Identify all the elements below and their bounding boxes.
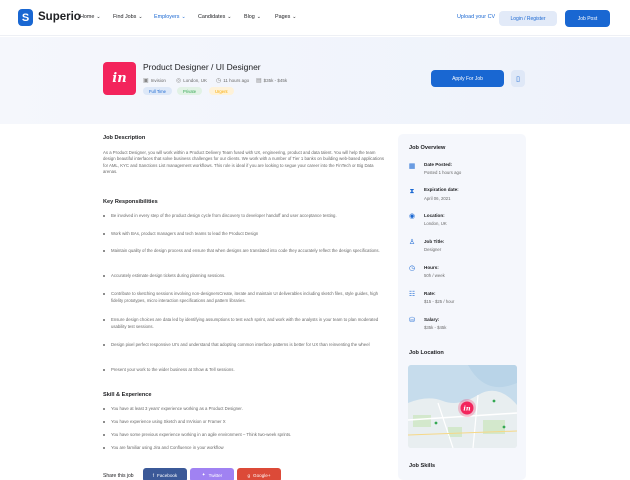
chevron-down-icon: ⌄ — [181, 14, 186, 20]
brand-logo-icon[interactable]: S — [18, 9, 33, 26]
overview-value: Posted 1 hours ago — [424, 170, 462, 175]
list-item: Contribute to sketching sessions involvi… — [103, 291, 385, 304]
skills-heading: Skill & Experience — [103, 392, 152, 398]
overview-value: $15 - $25 / hour — [424, 299, 455, 304]
salary-meta: ▤ $35k - $45k — [256, 77, 287, 84]
briefcase-icon: ▣ — [143, 78, 149, 84]
location-icon: ◉ — [408, 213, 416, 220]
nav-label: Home — [80, 14, 95, 20]
apply-for-job-button[interactable]: Apply For Job — [431, 70, 504, 87]
share-google-label: Google+ — [253, 472, 271, 478]
overview-value: Designer — [424, 247, 442, 252]
job-location: London, UK — [183, 78, 208, 83]
job-salary: $35k - $45k — [263, 78, 288, 83]
share-facebook-label: Facebook — [157, 472, 178, 478]
location-meta: ◎ London, UK — [176, 77, 207, 84]
overview-label: Salary: — [424, 317, 440, 322]
bookmark-icon: ▯ — [516, 75, 520, 83]
job-post-button[interactable]: Job Post — [565, 10, 610, 27]
user-icon: ♙ — [408, 239, 416, 246]
share-google-button[interactable]: g Google+ — [237, 468, 281, 480]
nav-label: Blog — [244, 14, 255, 20]
chevron-down-icon: ⌄ — [256, 14, 261, 20]
job-location-heading: Job Location — [409, 350, 444, 356]
share-twitter-label: Twitter — [208, 472, 223, 478]
job-title: Product Designer / UI Designer — [143, 62, 261, 72]
overview-label: Job Title: — [424, 239, 445, 244]
share-twitter-button[interactable]: ✦ Twitter — [190, 468, 234, 480]
upload-cv-link[interactable]: Upload your CV — [457, 14, 495, 20]
overview-value: April 06, 2021 — [424, 196, 451, 201]
tag-urgent[interactable]: Urgent — [209, 87, 234, 95]
responsibilities-heading: Key Responsibilities — [103, 199, 158, 205]
rate-icon: ☷ — [408, 291, 416, 298]
chevron-down-icon: ⌄ — [292, 14, 297, 20]
tag-full-time[interactable]: Full Time — [143, 87, 172, 95]
overview-label: Location: — [424, 213, 445, 218]
list-item: Be involved in every step of the product… — [103, 213, 385, 220]
chevron-down-icon: ⌄ — [96, 14, 101, 20]
list-item: Maintain quality of the design process a… — [103, 248, 385, 255]
overview-label: Rate: — [424, 291, 436, 296]
list-item: You are familiar using Jira and Confluen… — [103, 445, 385, 452]
share-facebook-button[interactable]: f Facebook — [143, 468, 187, 480]
top-header: S Superio Home ⌄ Find Jobs ⌄ Employers ⌄ Ca… — [0, 0, 630, 36]
nav-label: Candidates — [198, 14, 226, 20]
list-item: You have at least 3 years' experience wo… — [103, 406, 385, 413]
overview-label: Expiration date: — [424, 187, 459, 192]
bookmark-button[interactable]: ▯ — [511, 70, 525, 87]
twitter-icon: ✦ — [201, 472, 206, 477]
job-description-text: As a Product Designer, you will work wit… — [103, 150, 385, 175]
list-item: Design pixel perfect responsive UI's and… — [103, 342, 385, 349]
calendar-icon: ▦ — [408, 163, 416, 170]
job-posted: 11 hours ago — [223, 78, 250, 83]
facebook-icon: f — [152, 472, 155, 478]
overview-value: 50h / week — [424, 273, 445, 278]
job-location-map[interactable]: in — [408, 365, 517, 448]
company-meta: ▣ Invision — [143, 77, 166, 84]
nav-pages[interactable]: Pages ⌄ — [275, 14, 297, 20]
company-name: Invision — [150, 78, 166, 83]
nav-label: Employers — [154, 14, 180, 20]
nav-label: Find Jobs — [113, 14, 137, 20]
chevron-down-icon: ⌄ — [138, 14, 143, 20]
nav-blog[interactable]: Blog ⌄ — [244, 14, 261, 20]
overview-label: Hours: — [424, 265, 439, 270]
company-logo: in — [103, 62, 136, 95]
list-item: You have experience using Sketch and InV… — [103, 419, 385, 426]
salary-icon: ⛁ — [409, 317, 415, 324]
list-item: Ensure design choices are data led by id… — [103, 317, 385, 330]
money-icon: ▤ — [256, 78, 262, 84]
posted-meta: ◷ 11 hours ago — [216, 77, 249, 84]
login-register-button[interactable]: Login / Register — [499, 11, 557, 26]
job-description-heading: Job Description — [103, 135, 146, 141]
share-label: Share this job — [103, 473, 134, 479]
nav-find-jobs[interactable]: Find Jobs ⌄ — [113, 14, 143, 20]
location-icon: ◎ — [176, 78, 182, 84]
clock-icon: ◷ — [216, 78, 222, 84]
nav-candidates[interactable]: Candidates ⌄ — [198, 14, 231, 20]
job-hero-banner — [0, 37, 630, 124]
brand-name[interactable]: Superio — [38, 11, 81, 23]
overview-value: $35k - $45k — [424, 325, 447, 330]
overview-value: London, UK — [424, 221, 447, 226]
list-item: You have some previous experience workin… — [103, 432, 385, 439]
list-item: Accurately estimate design tickets durin… — [103, 273, 385, 280]
tag-private[interactable]: Private — [177, 87, 203, 95]
job-overview-heading: Job Overview — [409, 145, 446, 151]
list-item: Present your work to the wider business … — [103, 367, 385, 374]
google-icon: g — [247, 472, 251, 478]
svg-text:in: in — [463, 405, 470, 413]
list-item: Work with BAs, product managers and tech… — [103, 231, 385, 238]
chevron-down-icon: ⌄ — [227, 14, 232, 20]
nav-home[interactable]: Home ⌄ — [80, 14, 101, 20]
clock-icon: ◷ — [408, 265, 416, 272]
map-graphic: in — [408, 365, 517, 448]
hourglass-icon: ⧗ — [409, 188, 415, 195]
nav-label: Pages — [275, 14, 291, 20]
nav-employers[interactable]: Employers ⌄ — [154, 14, 186, 20]
overview-label: Date Posted: — [424, 162, 453, 167]
job-skills-heading: Job Skills — [409, 463, 436, 469]
